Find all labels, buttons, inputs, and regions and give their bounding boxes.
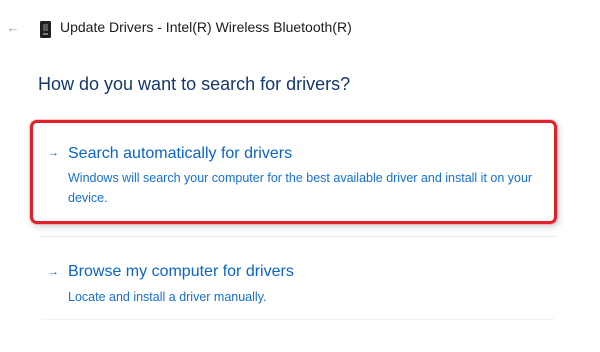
back-arrow-icon[interactable]: ← xyxy=(6,20,20,34)
window-title: Update Drivers - Intel(R) Wireless Bluet… xyxy=(60,19,352,35)
title-bar: ← Update Drivers - Intel(R) Wireless Blu… xyxy=(0,0,600,58)
page-heading: How do you want to search for drivers? xyxy=(38,74,351,94)
arrow-right-icon: → xyxy=(48,266,59,278)
browse-computer-option[interactable]: → Browse my computer for drivers Locate … xyxy=(40,250,555,320)
arrow-right-icon: → xyxy=(48,147,59,159)
option-divider xyxy=(41,236,555,237)
option-title: Browse my computer for drivers xyxy=(68,263,294,280)
update-drivers-window: ← Update Drivers - Intel(R) Wireless Blu… xyxy=(0,0,600,352)
search-automatically-option[interactable]: → Search automatically for drivers Windo… xyxy=(40,136,555,228)
option-description: Locate and install a driver manually. xyxy=(68,290,267,304)
device-icon xyxy=(40,21,51,38)
option-title: Search automatically for drivers xyxy=(68,145,293,162)
option-description: Windows will search your computer for th… xyxy=(68,171,533,205)
